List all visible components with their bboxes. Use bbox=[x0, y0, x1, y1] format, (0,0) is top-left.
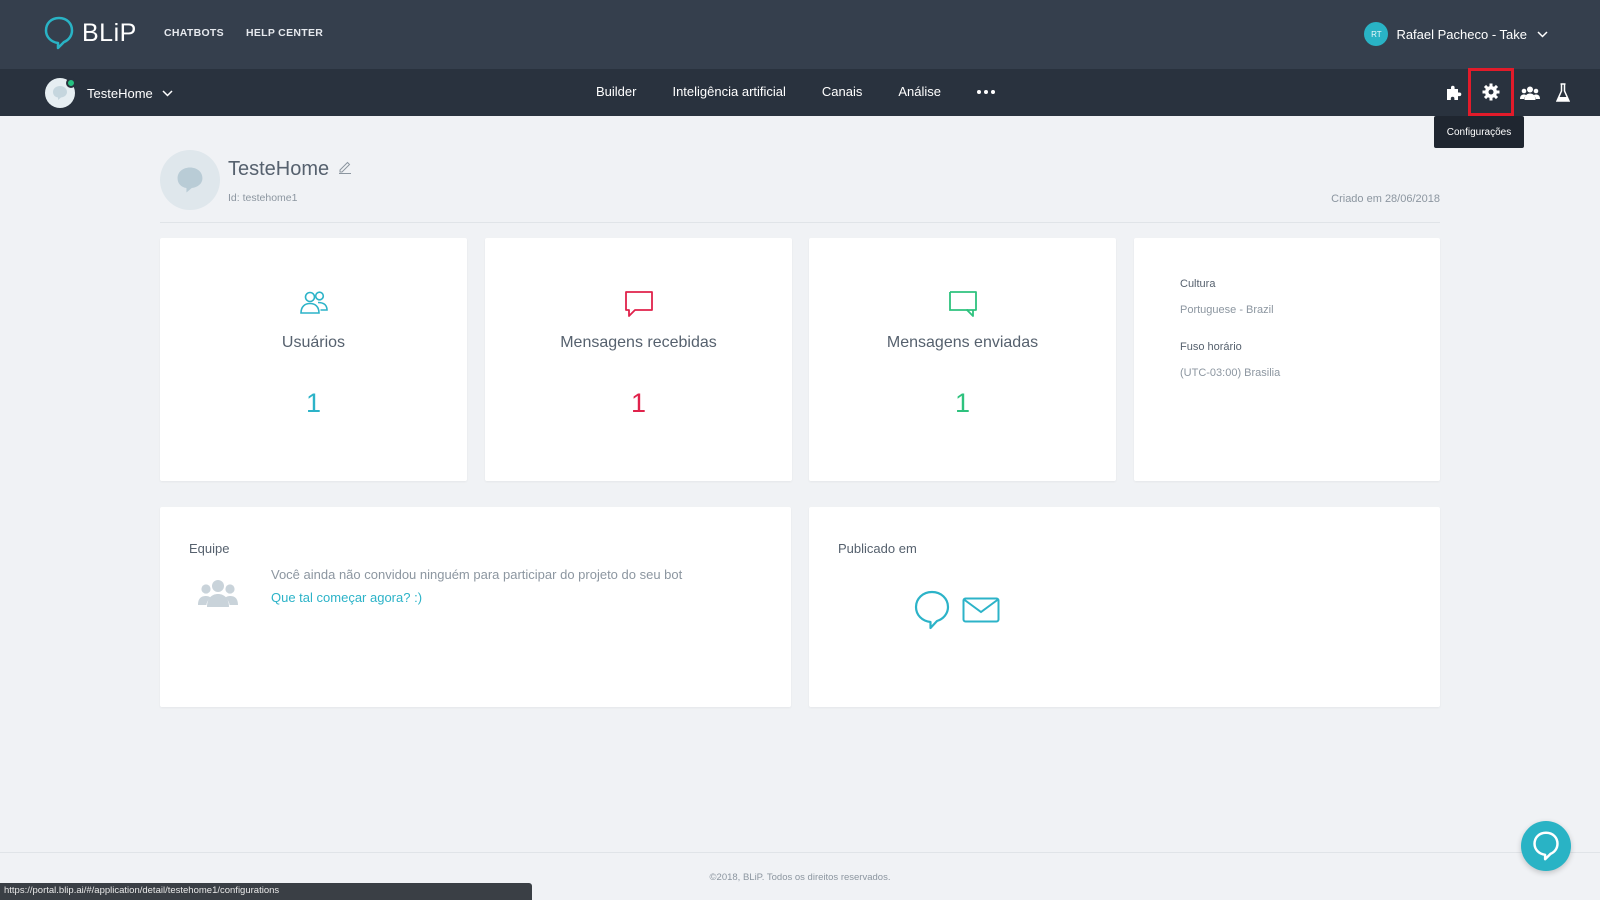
bot-name: TesteHome bbox=[87, 85, 153, 101]
flask-icon bbox=[1555, 82, 1570, 102]
culture-value: Portuguese - Brazil bbox=[1180, 304, 1274, 316]
received-messages-value: 1 bbox=[630, 388, 647, 418]
bot-avatar bbox=[45, 78, 76, 108]
users-value: 1 bbox=[305, 388, 322, 418]
team-card: Equipe Você ainda não convidou ninguém p… bbox=[160, 507, 791, 707]
chat-received-icon bbox=[624, 291, 653, 317]
blip-logo-icon bbox=[44, 16, 74, 50]
blip-logo[interactable]: BLiP bbox=[44, 16, 137, 50]
team-placeholder-icon bbox=[198, 580, 238, 607]
more-options-icon[interactable] bbox=[977, 89, 996, 94]
blip-chat-icon[interactable] bbox=[914, 590, 950, 630]
sent-messages-label: Mensagens enviadas bbox=[886, 334, 1039, 351]
team-empty-message: Você ainda não convidou ninguém para par… bbox=[271, 567, 683, 582]
gear-icon bbox=[1482, 83, 1500, 101]
settings-tooltip: Configurações bbox=[1434, 116, 1524, 148]
chat-bubble-icon bbox=[1533, 831, 1559, 861]
nav-builder[interactable]: Builder bbox=[596, 84, 636, 99]
received-messages-card: Mensagens recebidas 1 bbox=[485, 238, 792, 481]
nav-chatbots[interactable]: CHATBOTS bbox=[164, 27, 224, 39]
settings-button[interactable] bbox=[1468, 68, 1514, 116]
puzzle-icon bbox=[1446, 85, 1461, 100]
nav-ai[interactable]: Inteligência artificial bbox=[672, 84, 785, 99]
sent-messages-value: 1 bbox=[954, 388, 971, 418]
invite-team-link[interactable]: Que tal começar agora? :) bbox=[271, 590, 422, 605]
online-status-dot bbox=[66, 78, 76, 88]
bot-nav-bar: TesteHome Builder Inteligência artificia… bbox=[0, 68, 1600, 116]
bot-profile-avatar bbox=[160, 150, 220, 210]
received-messages-label: Mensagens recebidas bbox=[560, 334, 717, 351]
sent-messages-card: Mensagens enviadas 1 bbox=[809, 238, 1116, 481]
user-menu[interactable]: RT Rafael Pacheco - Take bbox=[1364, 22, 1548, 46]
nav-help-center[interactable]: HELP CENTER bbox=[246, 27, 323, 39]
bot-avatar-icon bbox=[53, 86, 67, 100]
created-date: Criado em 28/06/2018 bbox=[1331, 193, 1440, 205]
published-channels bbox=[914, 590, 1000, 630]
timezone-value: (UTC-03:00) Brasilia bbox=[1180, 367, 1281, 379]
culture-label: Cultura bbox=[1180, 278, 1216, 290]
top-bar: BLiP CHATBOTS HELP CENTER RT Rafael Pach… bbox=[0, 0, 1600, 69]
footer-divider bbox=[0, 852, 1600, 853]
team-button[interactable] bbox=[1513, 78, 1546, 107]
bot-info-card: Cultura Portuguese - Brazil Fuso horário… bbox=[1134, 238, 1440, 481]
chat-sent-icon bbox=[948, 291, 977, 317]
bot-title: TesteHome bbox=[228, 158, 330, 180]
chevron-down-icon bbox=[1537, 30, 1548, 38]
users-label: Usuários bbox=[281, 334, 346, 351]
user-name: Rafael Pacheco - Take bbox=[1396, 26, 1527, 42]
published-card: Publicado em bbox=[809, 507, 1440, 707]
bot-header: TesteHome Id: testehome1 Criado em 28/06… bbox=[160, 150, 1440, 223]
team-title: Equipe bbox=[189, 541, 230, 556]
main-nav: Builder Inteligência artificial Canais A… bbox=[596, 84, 996, 99]
top-nav: CHATBOTS HELP CENTER bbox=[164, 27, 323, 39]
bot-tools bbox=[1436, 68, 1579, 116]
browser-status-url: https://portal.blip.ai/#/application/det… bbox=[0, 883, 532, 900]
users-card: Usuários 1 bbox=[160, 238, 467, 481]
nav-analysis[interactable]: Análise bbox=[898, 84, 941, 99]
published-title: Publicado em bbox=[838, 541, 917, 556]
copyright-text: ©2018, BLiP. Todos os direitos reservado… bbox=[709, 872, 891, 883]
logo-text: BLiP bbox=[82, 18, 137, 47]
users-icon bbox=[299, 291, 328, 314]
bot-selector[interactable]: TesteHome bbox=[45, 78, 173, 108]
support-chat-button[interactable] bbox=[1521, 821, 1571, 871]
extensions-button[interactable] bbox=[1436, 78, 1469, 107]
chevron-down-icon bbox=[162, 89, 173, 97]
test-button[interactable] bbox=[1546, 78, 1579, 107]
bot-avatar-icon bbox=[177, 167, 203, 193]
user-avatar: RT bbox=[1364, 22, 1389, 46]
team-icon bbox=[1519, 86, 1540, 100]
nav-channels[interactable]: Canais bbox=[822, 84, 862, 99]
bot-id: Id: testehome1 bbox=[228, 192, 298, 204]
edit-icon[interactable] bbox=[338, 160, 352, 174]
email-icon[interactable] bbox=[962, 597, 1000, 623]
timezone-label: Fuso horário bbox=[1180, 341, 1242, 353]
